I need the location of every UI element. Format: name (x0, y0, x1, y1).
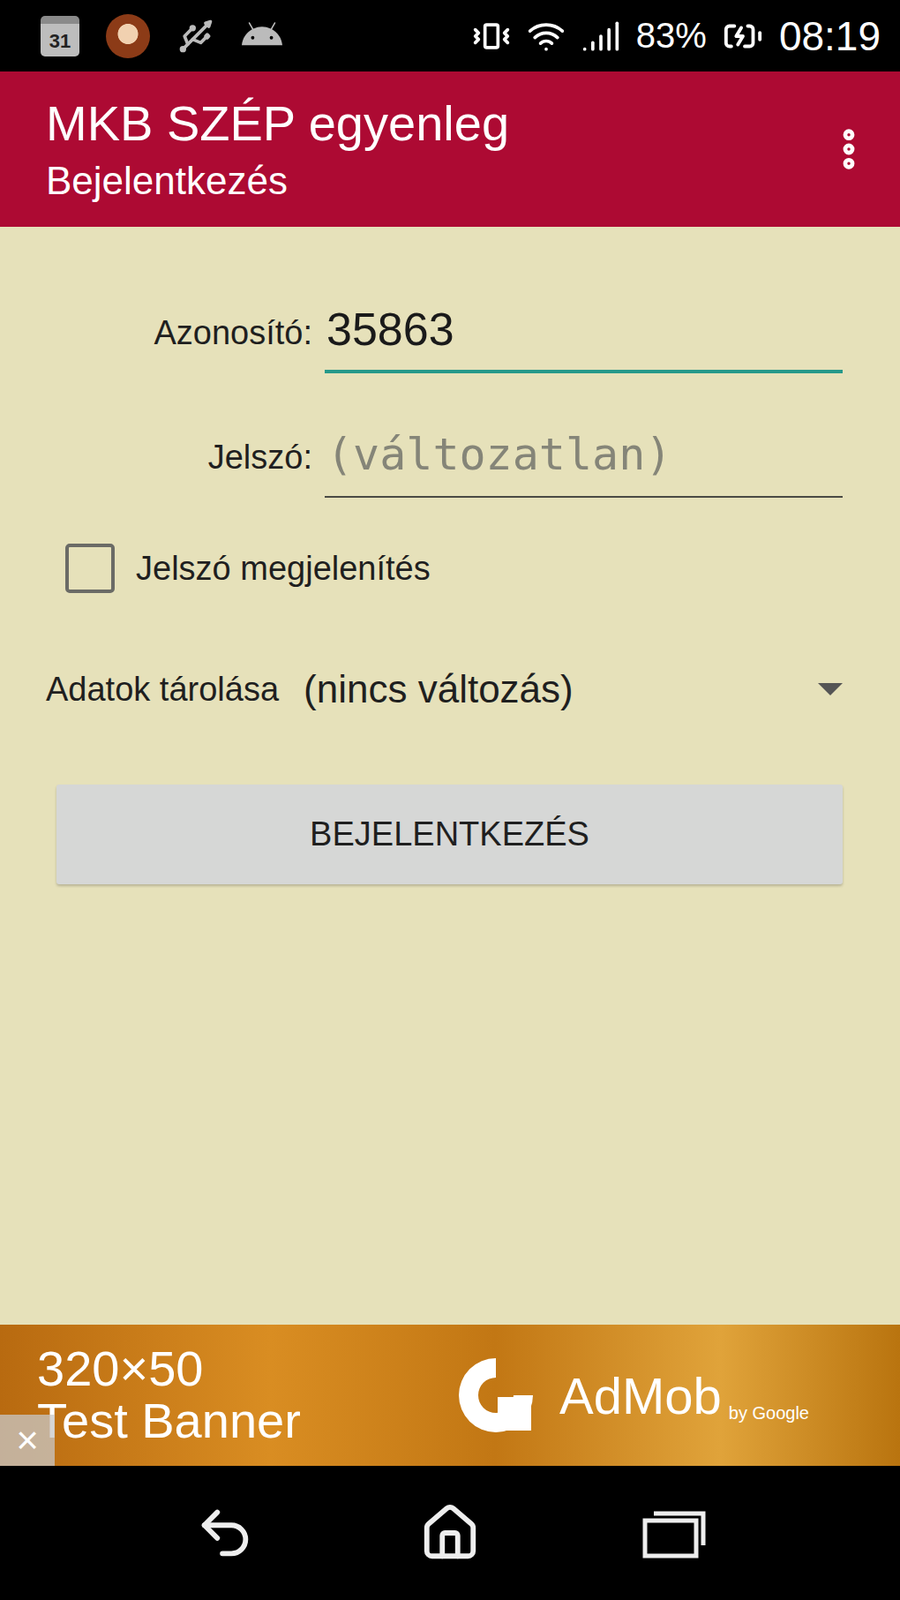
login-button[interactable]: BEJELENTKEZÉS (56, 784, 843, 885)
app-subtitle: Bejelentkezés (45, 159, 825, 203)
recents-icon[interactable] (641, 1506, 709, 1560)
clock: 08:19 (779, 12, 881, 60)
ad-close-button[interactable]: × (0, 1414, 55, 1466)
ad-text: 320×50Test Banner (37, 1342, 452, 1448)
form-row: Azonosító:35863 (45, 292, 843, 374)
field-text: 35863 (326, 302, 455, 356)
wifi-icon (526, 16, 566, 56)
field-text: (változatlan) (326, 428, 672, 480)
app-title: MKB SZÉP egyenleg (45, 96, 825, 151)
id-field[interactable]: 35863 (324, 292, 843, 374)
overflow-menu-icon[interactable] (824, 124, 874, 174)
home-icon[interactable] (419, 1501, 481, 1564)
storage-spinner[interactable]: (nincs változás) (303, 667, 574, 712)
field-label: Jelszó: (208, 438, 325, 498)
navigation-bar (0, 1465, 900, 1600)
form-row: Jelszó:(változatlan) (45, 416, 843, 498)
battery-level: 83% (636, 15, 707, 56)
show-password-row[interactable]: Jelszó megjelenítés (45, 537, 843, 600)
status-bar: 31 83% 08:19 (0, 0, 900, 72)
android-icon (241, 15, 283, 57)
app-bar: MKB SZÉP egyenleg Bejelentkezés (0, 71, 900, 227)
login-form: Azonosító:35863Jelszó:(változatlan)Jelsz… (0, 226, 900, 1325)
usb-icon (176, 16, 216, 56)
dropdown-arrow-icon[interactable] (817, 682, 843, 696)
admob-logo: AdMobby Google (451, 1350, 810, 1440)
calendar-icon: 31 (40, 15, 80, 57)
ad-banner[interactable]: 320×50Test BannerAdMobby Google × (0, 1324, 900, 1466)
storage-row: Adatok tárolása (nincs változás) (45, 653, 843, 725)
battery-icon (722, 15, 764, 57)
admob-logo-icon (451, 1350, 540, 1440)
field-label: Azonosító: (153, 314, 325, 374)
show-password-checkbox[interactable] (65, 543, 115, 593)
storage-label: Adatok tárolása (45, 670, 279, 709)
checkbox-label: Jelszó megjelenítés (135, 549, 431, 588)
back-icon[interactable] (194, 1501, 256, 1564)
avatar-icon (105, 14, 150, 59)
vibrate-icon (472, 16, 511, 56)
phone-screen: 31 83% 08:19 MKB SZÉP egyenleg Bejelentkezés… (0, 0, 900, 1600)
signal-icon (581, 16, 621, 56)
password-field[interactable]: (változatlan) (324, 416, 843, 498)
